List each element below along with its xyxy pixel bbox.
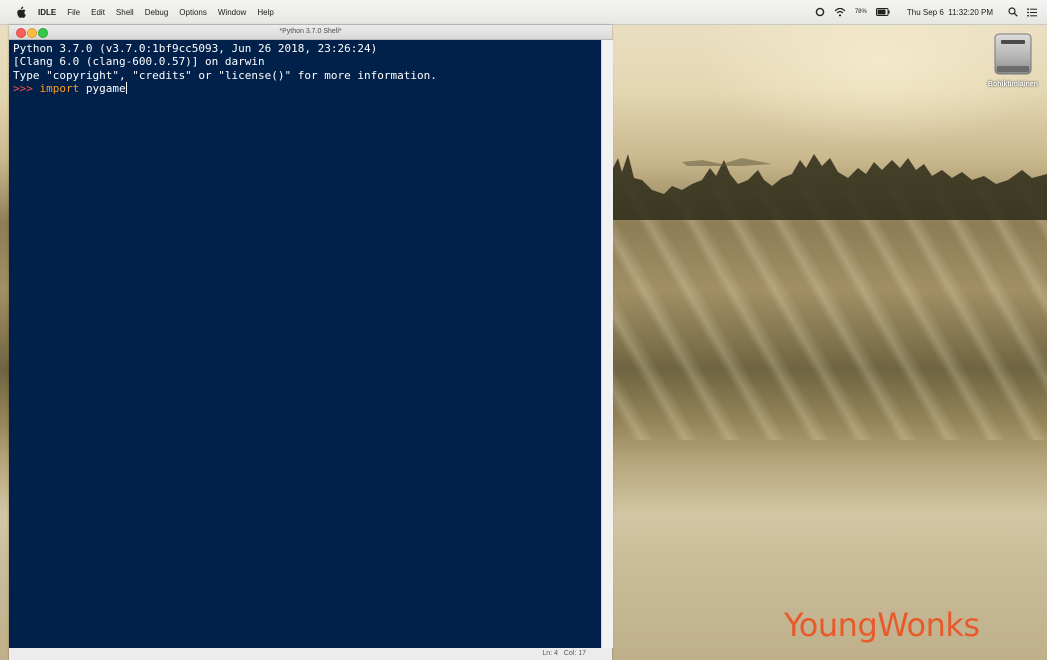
banner-line-3: Type "copyright", "credits" or "license(… [13,68,437,82]
treeline [612,154,1047,220]
input-line[interactable]: >>> import pygame [13,82,601,95]
vertical-scrollbar[interactable] [601,40,613,648]
menu-options[interactable]: Options [179,8,207,17]
watermark-logo: YoungWonks [784,606,980,644]
wifi-icon[interactable] [834,7,846,17]
clock[interactable]: Thu Sep 6 11:32:20 PM [907,8,993,17]
hard-drive-icon [994,33,1032,75]
text-cursor [125,82,127,95]
status-menus: 78% Thu Sep 6 11:32:20 PM [815,0,1037,24]
battery-icon[interactable] [875,8,890,16]
list-icon[interactable] [1027,7,1037,17]
menu-idle[interactable]: IDLE [38,8,56,17]
window-title: *Python 3.7.0 Shell* [279,28,342,35]
menu-file[interactable]: File [67,8,80,17]
banner-line-1: Python 3.7.0 (v3.7.0:1bf9cc5093, Jun 26 … [13,42,378,55]
menu-shell[interactable]: Shell [116,8,134,17]
menu-edit[interactable]: Edit [91,8,105,17]
banner-line-2: [Clang 6.0 (clang-600.0.57)] on darwin [13,55,265,69]
shell-text-area[interactable]: Python 3.7.0 (v3.7.0:1bf9cc5093, Jun 26 … [9,40,601,648]
shell-prompt: >>> [13,82,40,96]
keyword-import: import [39,82,80,96]
status-bar: Ln: 4 Col: 17 [9,648,612,660]
apple-icon[interactable] [14,6,28,18]
window-titlebar[interactable]: *Python 3.7.0 Shell* [9,25,612,40]
drive-label: Bohiktimlainen [987,81,1039,88]
menu-bar: IDLE File Edit Shell Debug Options Windo… [0,0,1047,25]
battery-percent: 78% [854,9,867,15]
cursor-position: Ln: 4 Col: 17 [542,650,586,657]
sync-icon[interactable] [815,7,825,17]
menu-debug[interactable]: Debug [145,8,169,17]
input-text: pygame [79,82,126,96]
idle-shell-window: *Python 3.7.0 Shell* Python 3.7.0 (v3.7.… [9,25,613,660]
menu-help[interactable]: Help [257,8,273,17]
desktop-drive[interactable]: Bohiktimlainen [982,28,1044,98]
sun-rays [612,190,1047,440]
menu-window[interactable]: Window [218,8,246,17]
search-icon[interactable] [1008,7,1018,17]
